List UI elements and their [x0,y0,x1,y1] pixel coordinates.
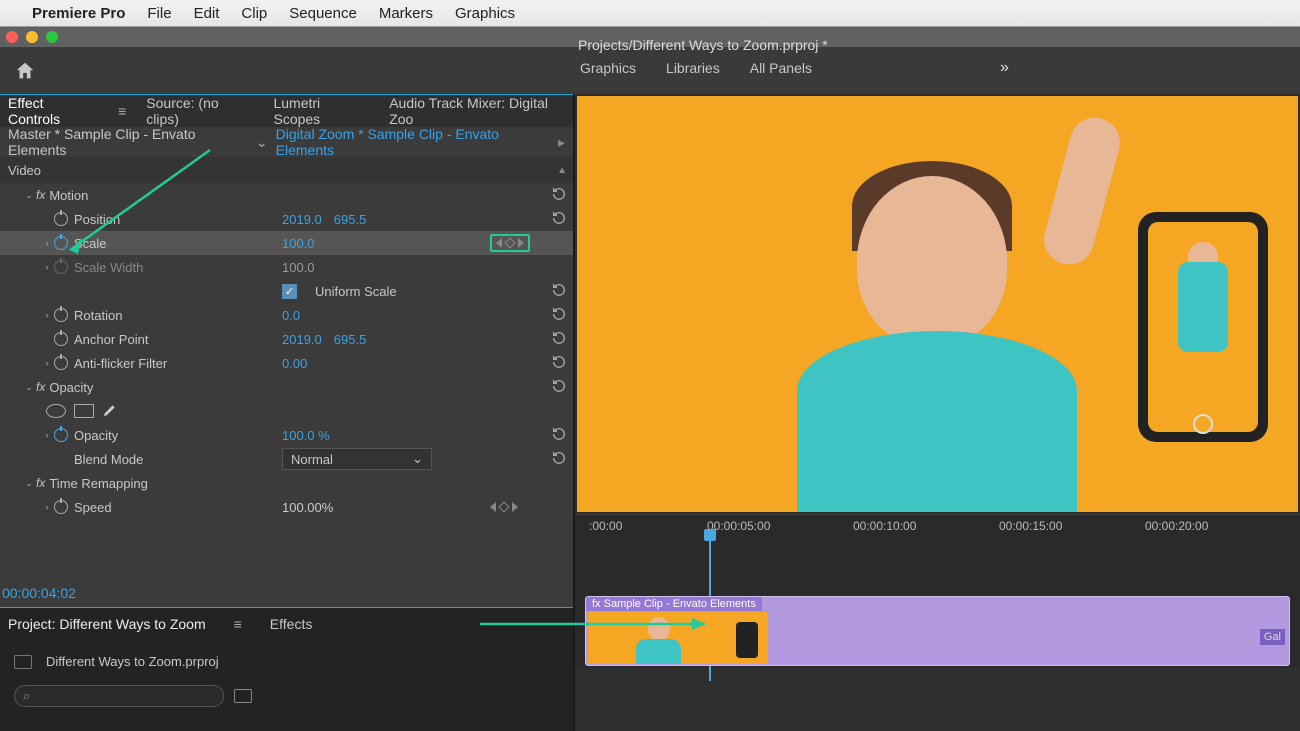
tab-effects[interactable]: Effects [270,616,313,632]
stopwatch-icon[interactable] [54,428,68,442]
macos-menubar: Premiere Pro File Edit Clip Sequence Mar… [0,0,1300,27]
collapse-icon[interactable]: ▲ [557,165,567,176]
blend-mode-dropdown[interactable]: Normal⌄ [282,448,432,470]
app-name[interactable]: Premiere Pro [32,5,125,22]
prop-anchor-point[interactable]: Anchor Point 2019.0695.5 [0,327,573,351]
workspace-tab-graphics[interactable]: Graphics [580,60,636,76]
keyframe-nav[interactable] [490,502,518,512]
workspace-tab-libraries[interactable]: Libraries [666,60,720,76]
new-bin-icon[interactable] [234,689,252,703]
prop-scale[interactable]: › Scale 100.0 [0,231,573,255]
tab-project[interactable]: Project: Different Ways to Zoom [8,616,206,632]
panel-menu-icon[interactable]: ≡ [118,103,126,119]
rectangle-mask-icon[interactable] [74,404,94,418]
tab-source[interactable]: Source: (no clips) [146,95,253,127]
menu-clip[interactable]: Clip [241,5,267,22]
master-clip-label[interactable]: Master * Sample Clip - Envato Elements [8,126,248,158]
reset-icon[interactable] [551,354,567,373]
reset-icon[interactable] [551,330,567,349]
workspace-tab-all-panels[interactable]: All Panels [750,60,812,76]
stopwatch-icon[interactable] [54,332,68,346]
mask-tools [0,399,573,423]
effect-opacity[interactable]: ⌄fx Opacity [0,375,573,399]
search-icon: ⌕ [23,688,30,704]
effect-motion[interactable]: ⌄fx Motion [0,183,573,207]
playhead[interactable] [704,529,716,541]
close-window-icon[interactable] [6,31,18,43]
prop-rotation[interactable]: › Rotation 0.0 [0,303,573,327]
chevron-down-icon: ⌄ [412,451,423,467]
stopwatch-icon[interactable] [54,308,68,322]
effect-time-remapping[interactable]: ⌄fx Time Remapping [0,471,573,495]
prop-speed[interactable]: › Speed 100.00% [0,495,573,519]
timeline-gap[interactable] [575,544,1300,594]
program-monitor[interactable] [575,94,1300,514]
timeline-ruler[interactable]: :00:00 00:00:05:00 00:00:10:00 00:00:15:… [575,514,1300,544]
effect-controls-header: Master * Sample Clip - Envato Elements ⌄… [0,127,573,157]
stopwatch-icon[interactable] [54,212,68,226]
timeline-clip[interactable]: fx Sample Clip - Envato Elements Gal [585,596,1290,666]
stopwatch-icon[interactable] [54,500,68,514]
menu-edit[interactable]: Edit [194,5,220,22]
overflow-icon[interactable]: » [1000,59,1009,77]
preview-frame [577,96,1298,512]
menu-graphics[interactable]: Graphics [455,5,515,22]
app-topbar: Projects/Different Ways to Zoom.prproj *… [0,47,1300,94]
search-input[interactable]: ⌕ [14,685,224,707]
stopwatch-icon[interactable] [54,356,68,370]
reset-icon[interactable] [551,450,567,469]
maximize-window-icon[interactable] [46,31,58,43]
pen-mask-icon[interactable] [102,402,118,421]
ellipse-mask-icon[interactable] [46,404,66,418]
phone-icon [1138,212,1268,442]
clip-thumbnail [588,612,768,664]
timeline-track[interactable]: fx Sample Clip - Envato Elements Gal [575,594,1300,668]
prop-uniform-scale[interactable]: ✓Uniform Scale [0,279,573,303]
checkbox-icon[interactable]: ✓ [282,284,297,299]
panel-tab-bar: Effect Controls ≡ Source: (no clips) Lum… [0,94,573,127]
prop-scale-width: › Scale Width 100.0 [0,255,573,279]
tab-effect-controls[interactable]: Effect Controls [8,95,98,127]
stopwatch-icon [54,260,68,274]
timeline-toggle-icon[interactable]: ▸ [558,134,565,151]
home-button[interactable] [0,47,50,94]
reset-icon[interactable] [551,378,567,397]
project-file-row[interactable]: Different Ways to Zoom.prproj [14,654,559,669]
minimize-window-icon[interactable] [26,31,38,43]
keyframe-nav[interactable] [490,234,530,252]
reset-icon[interactable] [551,306,567,325]
clip-badge: Gal [1260,629,1285,645]
project-panel-tabs: Project: Different Ways to Zoom ≡ Effect… [0,608,573,640]
reset-icon[interactable] [551,210,567,229]
menu-sequence[interactable]: Sequence [289,5,357,22]
project-path: Projects/Different Ways to Zoom.prproj * [578,37,828,53]
project-icon [14,655,32,669]
reset-icon[interactable] [551,186,567,205]
prop-antiflicker[interactable]: › Anti-flicker Filter 0.00 [0,351,573,375]
sequence-clip-label[interactable]: Digital Zoom * Sample Clip - Envato Elem… [276,126,550,158]
chevron-down-icon[interactable]: ⌄ [256,134,268,151]
timecode-display[interactable]: 00:00:04:02 [0,579,573,608]
reset-icon[interactable] [551,426,567,445]
prop-blend-mode[interactable]: Blend Mode Normal⌄ [0,447,573,471]
reset-icon[interactable] [551,282,567,301]
clip-label: fx Sample Clip - Envato Elements [586,597,762,611]
tab-lumetri[interactable]: Lumetri Scopes [273,95,369,127]
menu-markers[interactable]: Markers [379,5,433,22]
tab-audio-mixer[interactable]: Audio Track Mixer: Digital Zoo [389,95,573,127]
video-section-label: Video [8,163,41,178]
panel-menu-icon[interactable]: ≡ [234,616,242,632]
prop-position[interactable]: Position 2019.0695.5 [0,207,573,231]
menu-file[interactable]: File [147,5,171,22]
stopwatch-icon[interactable] [54,236,68,250]
prop-opacity[interactable]: › Opacity 100.0 % [0,423,573,447]
